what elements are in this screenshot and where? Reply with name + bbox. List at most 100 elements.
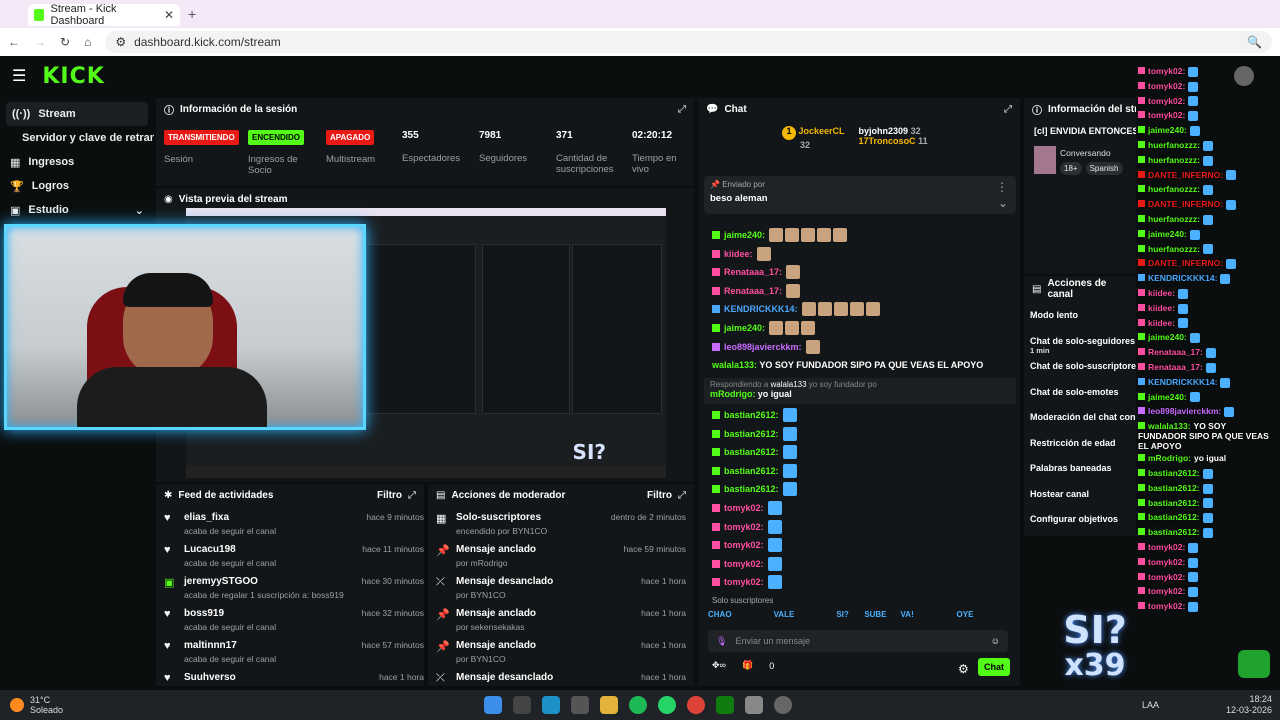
activity-item[interactable]: ▣ jeremyySTGOO acaba de regalar 1 suscripc… bbox=[164, 576, 424, 606]
chat-message[interactable]: kiidee: bbox=[712, 246, 771, 261]
channel-action-item[interactable]: Moderación del chat con I bbox=[1030, 412, 1136, 422]
filter-button[interactable]: Filtro bbox=[647, 490, 672, 501]
emote-button[interactable]: VALE bbox=[774, 610, 795, 622]
sidebar-item-server[interactable]: Servidor y clave de retransm bbox=[0, 126, 154, 150]
sidebar-item-logros[interactable]: 🏆 Logros bbox=[0, 174, 154, 198]
expand-icon[interactable]: ⤢ bbox=[678, 490, 686, 501]
reload-icon[interactable]: ↻ bbox=[60, 35, 70, 49]
sidebar-item-estudio[interactable]: ▣ Estudio ⌄ bbox=[0, 198, 154, 222]
emote-button[interactable]: OYE bbox=[957, 610, 974, 622]
language-indicator[interactable]: LAA bbox=[1142, 700, 1159, 710]
chat-username[interactable]: bastian2612: bbox=[724, 429, 779, 439]
more-icon[interactable]: ⋮ bbox=[996, 180, 1008, 194]
mod-action-item[interactable]: ▦ Solo-suscriptores encendido por BYN1CO de… bbox=[436, 512, 686, 542]
chat-message[interactable]: leo898javierckkm: bbox=[712, 339, 820, 354]
chat-username[interactable]: bastian2612: bbox=[724, 410, 779, 420]
activity-item[interactable]: ♥ boss919 acaba de seguir el canal hace 32 … bbox=[164, 608, 424, 638]
channel-action-item[interactable]: Restricción de edad bbox=[1030, 438, 1136, 448]
top-gifter-1[interactable]: 1 JockeerCL 32 bbox=[782, 126, 845, 150]
menu-icon[interactable]: ☰ bbox=[12, 66, 26, 86]
channel-action-item[interactable]: Configurar objetivos bbox=[1030, 514, 1136, 524]
whatsapp-icon[interactable] bbox=[658, 696, 676, 714]
sidebar-item-ingresos[interactable]: ▦ Ingresos bbox=[0, 150, 154, 174]
chat-username[interactable]: tomyk02: bbox=[724, 503, 764, 513]
chat-message[interactable]: jaime240: bbox=[712, 228, 848, 242]
mod-action-item[interactable]: ⤫ Mensaje desanclado por BYN1CO hace 1 hora bbox=[436, 576, 686, 606]
browser-tab[interactable]: Stream - Kick Dashboard ✕ bbox=[28, 3, 180, 27]
mic-icon[interactable]: 🎙 bbox=[716, 636, 727, 647]
emote-button[interactable] bbox=[808, 610, 822, 622]
tag[interactable]: 18+ bbox=[1060, 162, 1082, 175]
tab-close-icon[interactable]: ✕ bbox=[164, 8, 174, 22]
chat-username[interactable]: jaime240: bbox=[724, 230, 765, 240]
channel-action-item[interactable]: Chat de solo-emotes bbox=[1030, 387, 1136, 397]
chat-message[interactable]: KENDRICKKK14: bbox=[712, 302, 880, 317]
chat-username[interactable]: jaime240: bbox=[724, 323, 765, 333]
emote-button[interactable] bbox=[929, 610, 943, 622]
points-icon[interactable]: ✥∞ bbox=[712, 660, 726, 671]
search-icon[interactable] bbox=[513, 696, 531, 714]
chat-username[interactable]: tomyk02: bbox=[724, 540, 764, 550]
chat-message[interactable]: bastian2612: bbox=[712, 482, 797, 497]
gear-icon[interactable]: ⚙ bbox=[958, 662, 969, 676]
back-icon[interactable]: ← bbox=[8, 35, 20, 49]
emote-button[interactable]: CHAO bbox=[708, 610, 732, 622]
activity-item[interactable]: ♥ Lucacu198 acaba de seguir el canal hace 1… bbox=[164, 544, 424, 574]
mod-action-item[interactable]: 📌 Mensaje anclado por BYN1CO hace 1 hora bbox=[436, 640, 686, 670]
clock[interactable]: 18:24 12-03-2026 bbox=[1226, 694, 1272, 716]
chat-username[interactable]: mRodrigo: bbox=[710, 389, 756, 399]
weather-widget[interactable]: 31°C Soleado bbox=[30, 695, 63, 715]
expand-icon[interactable]: ⤢ bbox=[1004, 104, 1012, 115]
top-gifter-2[interactable]: byjohn2309 32 17TroncosoC 11 bbox=[859, 126, 928, 150]
store-icon[interactable] bbox=[571, 696, 589, 714]
activity-user[interactable]: boss919 bbox=[184, 608, 276, 619]
chat-message[interactable]: Renataaa_17: bbox=[712, 283, 801, 298]
chat-message[interactable]: tomyk02: bbox=[712, 575, 782, 590]
channel-action-item[interactable]: Chat de solo-seguidores 1 min bbox=[1030, 336, 1136, 355]
activity-item[interactable]: ♥ elias_fixa acaba de seguir el canal hace … bbox=[164, 512, 424, 542]
activity-user[interactable]: elias_fixa bbox=[184, 512, 276, 523]
chat-username[interactable]: tomyk02: bbox=[724, 522, 764, 532]
chat-message[interactable]: tomyk02: bbox=[712, 501, 782, 515]
sidebar-item-stream[interactable]: ((·)) Stream bbox=[6, 102, 148, 126]
chat-username[interactable]: leo898javierckkm: bbox=[724, 342, 802, 352]
home-icon[interactable]: ⌂ bbox=[84, 35, 91, 49]
chat-message[interactable]: tomyk02: bbox=[712, 519, 782, 534]
channel-action-item[interactable]: Palabras baneadas bbox=[1030, 463, 1136, 473]
chat-input[interactable]: 🎙 Enviar un mensaje ☺ bbox=[708, 630, 1008, 652]
chat-username[interactable]: tomyk02: bbox=[724, 577, 764, 587]
mod-action-item[interactable]: ⤫ Mensaje desanclado hace 1 hora bbox=[436, 672, 686, 686]
activity-user[interactable]: maltinnn17 bbox=[184, 640, 276, 651]
pinned-message[interactable]: 📌 Enviado por beso aleman ⋮ ⌄ bbox=[704, 176, 1016, 214]
kick-logo[interactable]: KICK bbox=[42, 64, 104, 89]
spotify-icon[interactable] bbox=[629, 696, 647, 714]
emote-button[interactable]: VA! bbox=[901, 610, 915, 622]
chat-username[interactable]: bastian2612: bbox=[724, 447, 779, 457]
chat-reply-message[interactable]: Respondiendo a walala133 yo soy fundador… bbox=[704, 378, 1016, 404]
chat-message[interactable]: jaime240: bbox=[712, 321, 816, 335]
emote-button[interactable]: SUBE bbox=[864, 610, 886, 622]
chat-message-walala[interactable]: walala133: YO SOY FUNDADOR SIPO PA QUE V… bbox=[712, 360, 983, 370]
zoom-icon[interactable]: 🔍 bbox=[1247, 35, 1262, 49]
chat-username[interactable]: bastian2612: bbox=[724, 466, 779, 476]
expand-icon[interactable]: ⤢ bbox=[678, 104, 686, 115]
chat-username[interactable]: tomyk02: bbox=[724, 559, 764, 569]
forward-icon[interactable]: → bbox=[34, 35, 46, 49]
chevron-down-icon[interactable]: ⌄ bbox=[998, 196, 1008, 210]
chat-username[interactable]: kiidee: bbox=[724, 249, 753, 259]
chat-username[interactable]: bastian2612: bbox=[724, 484, 779, 494]
mod-action-item[interactable]: 📌 Mensaje anclado por mRodrigo hace 59 minu… bbox=[436, 544, 686, 574]
activity-item[interactable]: ♥ Suuhverso hace 1 hora bbox=[164, 672, 424, 686]
chat-send-button[interactable]: Chat bbox=[978, 658, 1010, 676]
site-info-icon[interactable]: ⚙ bbox=[115, 35, 126, 49]
chat-username[interactable]: walala133: bbox=[712, 360, 757, 370]
filter-button[interactable]: Filtro bbox=[377, 490, 402, 501]
activity-user[interactable]: Lucacu198 bbox=[184, 544, 276, 555]
chat-message[interactable]: tomyk02: bbox=[712, 538, 782, 553]
expand-icon[interactable]: ⤢ bbox=[408, 490, 416, 501]
chat-message[interactable]: bastian2612: bbox=[712, 426, 797, 441]
chat-message[interactable]: bastian2612: bbox=[712, 463, 797, 478]
activity-item[interactable]: ♥ maltinnn17 acaba de seguir el canal hace … bbox=[164, 640, 424, 670]
chat-message[interactable]: Renataaa_17: bbox=[712, 265, 801, 280]
emote-button[interactable] bbox=[746, 610, 760, 622]
